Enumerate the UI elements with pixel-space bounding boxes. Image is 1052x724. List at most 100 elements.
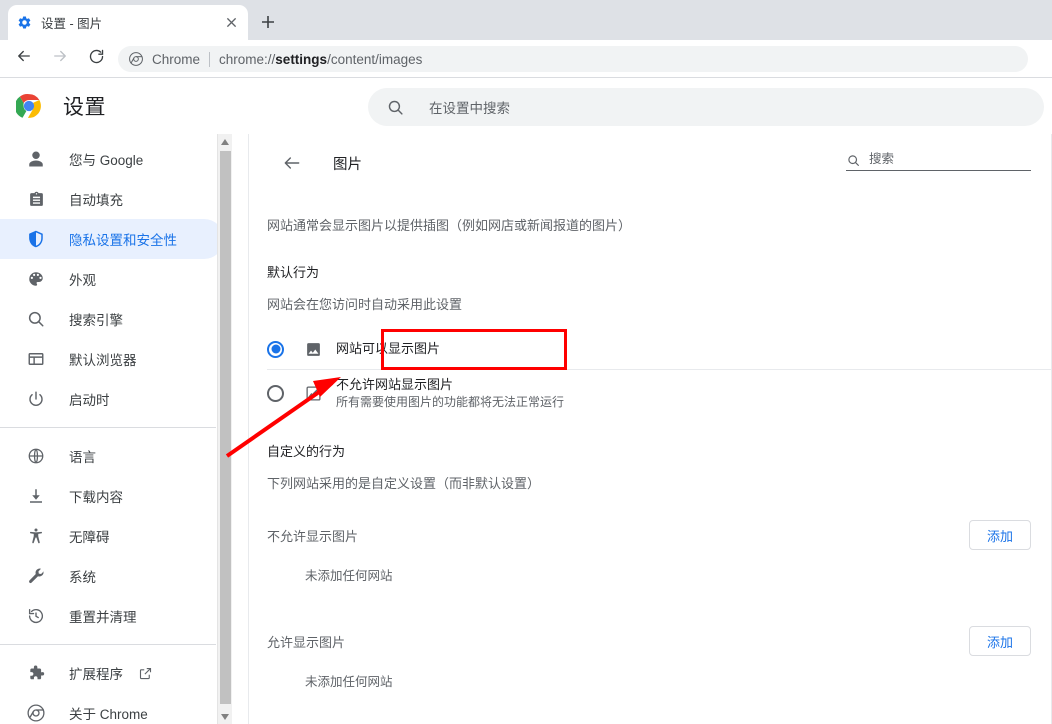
sidebar-item-label: 系统 (69, 570, 96, 585)
sidebar-scrollbar[interactable] (217, 134, 232, 724)
wrench-icon (26, 566, 46, 586)
sidebar-item-label: 外观 (69, 273, 96, 288)
custom-section-label: 不允许显示图片 (267, 528, 359, 544)
sidebar-item-you-and-google[interactable]: 您与 Google (0, 139, 224, 179)
settings-main-panel: 图片 搜索 网站通常会显示图片以提供插图（例如网店或新闻报道的图片） 默认行为 (248, 134, 1052, 724)
radio-button-block-images[interactable] (267, 384, 284, 402)
sidebar-item-downloads[interactable]: 下载内容 (0, 476, 224, 516)
tab-title: 设置 - 图片 (41, 17, 103, 31)
back-arrow-icon[interactable] (281, 152, 303, 174)
sidebar-item-search-engine[interactable]: 搜索引擎 (0, 299, 224, 339)
default-behavior-radio-group: 网站可以显示图片 不允许网站显示图片 所有需要使用图片的功能都将无法正常运行 (249, 329, 1051, 416)
custom-section-block-images: 不允许显示图片 添加 (249, 514, 1051, 556)
palette-icon (26, 269, 46, 289)
gear-icon (16, 15, 32, 31)
browser-toolbar: Chrome chrome://settings/content/images (0, 40, 1052, 78)
new-tab-button[interactable] (254, 10, 282, 38)
sidebar-divider (0, 644, 216, 645)
sidebar-item-privacy-and-security[interactable]: 隐私设置和安全性 (0, 219, 224, 259)
chrome-logo-icon (128, 51, 144, 67)
image-icon (304, 340, 322, 358)
sidebar-item-extensions[interactable]: 扩展程序 (0, 653, 224, 693)
sidebar-item-label: 您与 Google (69, 153, 144, 168)
sidebar-item-appearance[interactable]: 外观 (0, 259, 224, 299)
sidebar-item-label: 关于 Chrome (69, 707, 148, 722)
sidebar-item-about-chrome[interactable]: 关于 Chrome (0, 693, 224, 724)
images-description: 网站通常会显示图片以提供插图（例如网店或新闻报道的图片） (267, 218, 632, 233)
sidebar-item-accessibility[interactable]: 无障碍 (0, 516, 224, 556)
radio-option-allow-images[interactable]: 网站可以显示图片 (249, 329, 1051, 369)
default-behavior-heading: 默认行为 (267, 265, 320, 280)
sidebar-item-label: 扩展程序 (69, 667, 123, 682)
omnibox-url: chrome://settings/content/images (219, 51, 423, 67)
custom-section-allow-images: 允许显示图片 添加 (249, 620, 1051, 662)
scroll-down-arrow-icon[interactable] (218, 709, 232, 724)
scrollbar-thumb[interactable] (220, 151, 231, 704)
add-button-block-images[interactable]: 添加 (969, 520, 1031, 550)
search-icon (846, 153, 860, 167)
sidebar-item-label: 语言 (69, 450, 96, 465)
sidebar-item-label: 无障碍 (69, 530, 110, 545)
sidebar-item-label: 隐私设置和安全性 (69, 233, 177, 248)
sidebar-item-label: 重置并清理 (69, 610, 137, 625)
sidebar-item-on-startup[interactable]: 启动时 (0, 379, 224, 419)
settings-search-placeholder: 在设置中搜索 (429, 101, 510, 116)
sidebar-item-label: 下载内容 (69, 490, 123, 505)
browser-window-icon (26, 349, 46, 369)
close-icon[interactable] (222, 14, 240, 32)
radio-label-allow-images: 网站可以显示图片 (336, 341, 441, 356)
sidebar-divider (0, 427, 216, 428)
reload-icon (88, 48, 105, 70)
clipboard-icon (26, 189, 46, 209)
sidebar-item-label: 搜索引擎 (69, 313, 123, 328)
omnibox-divider (209, 51, 211, 67)
radio-option-block-images[interactable]: 不允许网站显示图片 所有需要使用图片的功能都将无法正常运行 (249, 370, 1051, 416)
subpage-search-field[interactable]: 搜索 (846, 148, 1031, 171)
sidebar-item-reset-and-cleanup[interactable]: 重置并清理 (0, 596, 224, 636)
person-icon (26, 149, 46, 169)
radio-label-block-images: 不允许网站显示图片 所有需要使用图片的功能都将无法正常运行 (336, 376, 565, 409)
forward-button[interactable] (46, 45, 74, 73)
settings-search-box[interactable]: 在设置中搜索 (368, 88, 1044, 126)
history-restore-icon (26, 606, 46, 626)
default-behavior-subheading: 网站会在您访问时自动采用此设置 (267, 297, 463, 312)
browser-window: 设置 - 图片 Chrome chrome://settings/content… (0, 0, 1052, 724)
sidebar-item-autofill[interactable]: 自动填充 (0, 179, 224, 219)
custom-section-label: 允许显示图片 (267, 634, 346, 650)
shield-icon (26, 229, 46, 249)
globe-icon (26, 446, 46, 466)
empty-state-allow-images: 未添加任何网站 (305, 675, 393, 689)
chrome-logo-icon (14, 93, 42, 119)
chrome-logo-icon (26, 703, 46, 723)
accessibility-icon (26, 526, 46, 546)
plus-icon (261, 15, 275, 34)
back-button[interactable] (10, 45, 38, 73)
forward-arrow-icon (51, 47, 69, 70)
omnibox-chip-label: Chrome (152, 51, 201, 67)
image-blocked-icon (304, 384, 322, 402)
custom-behavior-subheading: 下列网站采用的是自定义设置（而非默认设置） (267, 476, 541, 491)
search-icon (386, 98, 404, 116)
custom-behavior-heading: 自定义的行为 (267, 444, 346, 459)
settings-body: 您与 Google 自动填充 隐私设置和安全性 外观 搜索引擎 默认浏览器 启动… (0, 134, 1052, 724)
add-button-allow-images[interactable]: 添加 (969, 626, 1031, 656)
address-bar[interactable]: Chrome chrome://settings/content/images (118, 46, 1028, 72)
scroll-up-arrow-icon[interactable] (218, 134, 232, 149)
external-link-icon (137, 665, 153, 681)
browser-tab[interactable]: 设置 - 图片 (8, 5, 248, 40)
sidebar-item-label: 默认浏览器 (69, 353, 137, 368)
tab-strip: 设置 - 图片 (0, 0, 1052, 40)
reload-button[interactable] (82, 45, 110, 73)
sidebar-item-default-browser[interactable]: 默认浏览器 (0, 339, 224, 379)
search-icon (26, 309, 46, 329)
sidebar-item-label: 自动填充 (69, 193, 123, 208)
page-title: 设置 (63, 96, 106, 119)
radio-button-allow-images[interactable] (267, 340, 284, 358)
puzzle-icon (26, 663, 46, 683)
subpage-content: 网站通常会显示图片以提供插图（例如网店或新闻报道的图片） 默认行为 网站会在您访… (249, 192, 1051, 692)
sidebar-item-languages[interactable]: 语言 (0, 436, 224, 476)
settings-sidebar: 您与 Google 自动填充 隐私设置和安全性 外观 搜索引擎 默认浏览器 启动… (0, 134, 232, 724)
empty-state-block-images: 未添加任何网站 (305, 569, 393, 583)
sidebar-item-label: 启动时 (69, 393, 110, 408)
sidebar-item-system[interactable]: 系统 (0, 556, 224, 596)
